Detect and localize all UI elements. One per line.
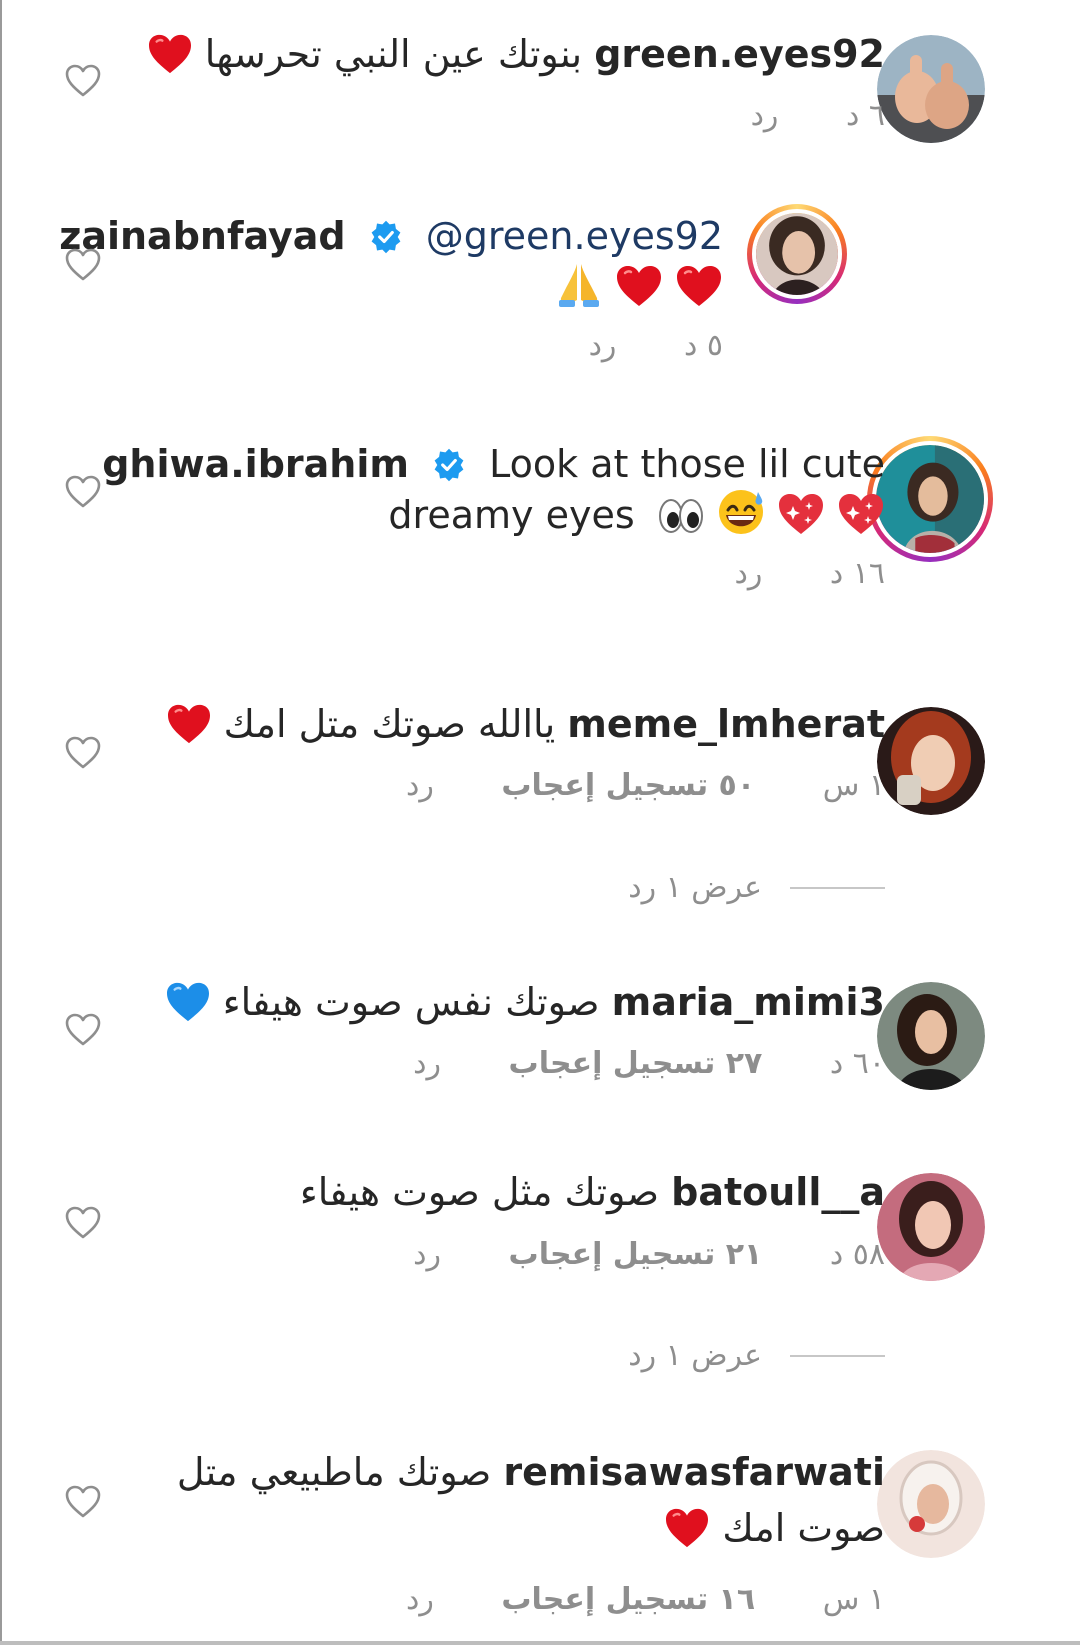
comment-meta: ١ س ١٦ تسجيل إعجاب رد bbox=[348, 1580, 885, 1620]
likes-count[interactable]: ١٦ تسجيل إعجاب bbox=[501, 1582, 755, 1617]
heart-outline-icon[interactable] bbox=[65, 1206, 101, 1240]
comment-text: صوتك ماطبيعي متل bbox=[176, 1450, 492, 1494]
comment-meta: ٦٠ د ٢٧ تسجيل إعجاب رد bbox=[355, 1044, 885, 1084]
comment-line: zainabnfayad @green.eyes92 bbox=[59, 210, 723, 262]
avatar[interactable] bbox=[877, 1450, 985, 1558]
view-replies-label: عرض ١ رد bbox=[628, 1338, 762, 1373]
likes-count[interactable]: ٢٧ تسجيل إعجاب bbox=[509, 1046, 763, 1081]
comment-username[interactable]: meme_lmherat bbox=[567, 702, 885, 746]
avatar[interactable] bbox=[877, 1173, 985, 1281]
comment-line bbox=[555, 260, 723, 313]
comment-line: batoull__a صوتك مثل صوت هيفاء bbox=[300, 1166, 885, 1218]
view-replies-button[interactable]: عرض ١ رد bbox=[628, 1338, 885, 1373]
verified-badge-icon bbox=[368, 219, 404, 255]
comment-username[interactable]: batoull__a bbox=[671, 1170, 885, 1214]
reply-button[interactable]: رد bbox=[413, 1046, 441, 1081]
window-edge bbox=[0, 0, 2, 1645]
reply-button[interactable]: رد bbox=[589, 328, 617, 363]
view-replies-button[interactable]: عرض ١ رد bbox=[628, 870, 885, 905]
red-heart-icon bbox=[166, 703, 212, 745]
avatar[interactable] bbox=[877, 35, 985, 143]
avatar[interactable] bbox=[877, 707, 985, 815]
comment-time: ٥٨ د bbox=[829, 1237, 885, 1272]
heart-outline-icon[interactable] bbox=[65, 64, 101, 98]
comment-time: ٥ د bbox=[683, 328, 723, 363]
avatar-image bbox=[877, 707, 985, 815]
comment-username[interactable]: zainabnfayad bbox=[59, 214, 345, 258]
red-heart-icon bbox=[675, 264, 723, 308]
divider bbox=[790, 1354, 885, 1357]
comment-line: green.eyes92 بنوتك عين النبي تحرسها bbox=[147, 28, 885, 80]
comment-line: صوت امك bbox=[664, 1502, 885, 1554]
avatar-image bbox=[876, 445, 984, 553]
avatar-image bbox=[877, 35, 985, 143]
heart-outline-icon[interactable] bbox=[65, 1485, 101, 1519]
heart-outline-icon[interactable] bbox=[65, 1013, 101, 1047]
avatar-image bbox=[877, 1450, 985, 1558]
comment-time: ١ س bbox=[822, 768, 885, 803]
sparkling-heart-icon bbox=[837, 492, 885, 536]
reply-button[interactable]: رد bbox=[406, 768, 434, 803]
comment-time: ١ س bbox=[822, 1582, 885, 1617]
avatar[interactable] bbox=[747, 204, 847, 304]
bottom-edge bbox=[0, 1641, 1080, 1645]
avatar[interactable] bbox=[867, 436, 993, 562]
likes-count[interactable]: ٢١ تسجيل إعجاب bbox=[509, 1237, 763, 1272]
blue-heart-icon bbox=[165, 981, 211, 1023]
comment-meta: ٥٨ د ٢١ تسجيل إعجاب رد bbox=[355, 1235, 885, 1275]
comment-username[interactable]: maria_mimi3 bbox=[612, 980, 885, 1024]
comment-text: بنوتك عين النبي تحرسها bbox=[204, 32, 583, 76]
reply-button[interactable]: رد bbox=[751, 98, 779, 133]
eyes-icon bbox=[657, 496, 705, 536]
comment-meta: ٥ د رد bbox=[531, 326, 723, 366]
heart-outline-icon[interactable] bbox=[65, 248, 101, 282]
comment-time: ١٦ د bbox=[829, 556, 885, 591]
divider bbox=[790, 886, 885, 889]
reply-button[interactable]: رد bbox=[406, 1582, 434, 1617]
comment-meta: ١٦ د رد bbox=[676, 554, 885, 594]
likes-count[interactable]: ٥٠ تسجيل إعجاب bbox=[501, 768, 755, 803]
heart-outline-icon[interactable] bbox=[65, 736, 101, 770]
heart-outline-icon[interactable] bbox=[65, 475, 101, 509]
comment-line: ghiwa.ibrahim Look at those lil cute bbox=[102, 438, 885, 490]
comment-text: Look at those lil cute bbox=[489, 442, 885, 486]
comment-meta: ١ س ٥٠ تسجيل إعجاب رد bbox=[348, 766, 885, 806]
comment-time: ٦٠ د bbox=[829, 1046, 885, 1081]
comment-username[interactable]: remisawasfarwati bbox=[503, 1450, 885, 1494]
comment-text: ياالله صوتك متل امك bbox=[223, 702, 556, 746]
avatar[interactable] bbox=[877, 982, 985, 1090]
folded-hands-icon bbox=[555, 260, 603, 308]
comment-time: ٦ د bbox=[845, 98, 885, 133]
comment-mention[interactable]: @green.eyes92 bbox=[426, 214, 723, 258]
red-heart-icon bbox=[664, 1507, 710, 1549]
comment-line: dreamy eyes bbox=[388, 488, 885, 541]
avatar-image bbox=[877, 1173, 985, 1281]
reply-button[interactable]: رد bbox=[734, 556, 762, 591]
avatar-image bbox=[756, 213, 838, 295]
comment-line: remisawasfarwati صوتك ماطبيعي متل bbox=[177, 1446, 885, 1498]
comment-username[interactable]: green.eyes92 bbox=[594, 32, 885, 76]
comment-text: صوت امك bbox=[722, 1506, 885, 1550]
comment-line: meme_lmherat ياالله صوتك متل امك bbox=[166, 698, 885, 750]
comment-text: dreamy eyes bbox=[388, 493, 635, 537]
comment-username[interactable]: ghiwa.ibrahim bbox=[102, 442, 409, 486]
comment-text: صوتك مثل صوت هيفاء bbox=[299, 1170, 660, 1214]
red-heart-icon bbox=[615, 264, 663, 308]
verified-badge-icon bbox=[431, 447, 467, 483]
comment-text: صوتك نفس صوت هيفاء bbox=[222, 980, 600, 1024]
red-heart-icon bbox=[147, 33, 193, 75]
grinning-sweat-icon bbox=[717, 488, 765, 536]
view-replies-label: عرض ١ رد bbox=[628, 870, 762, 905]
avatar-image bbox=[877, 982, 985, 1090]
reply-button[interactable]: رد bbox=[413, 1237, 441, 1272]
comment-meta: ٦ د رد bbox=[693, 96, 885, 136]
sparkling-heart-icon bbox=[777, 492, 825, 536]
comment-line: maria_mimi3 صوتك نفس صوت هيفاء bbox=[165, 976, 885, 1028]
